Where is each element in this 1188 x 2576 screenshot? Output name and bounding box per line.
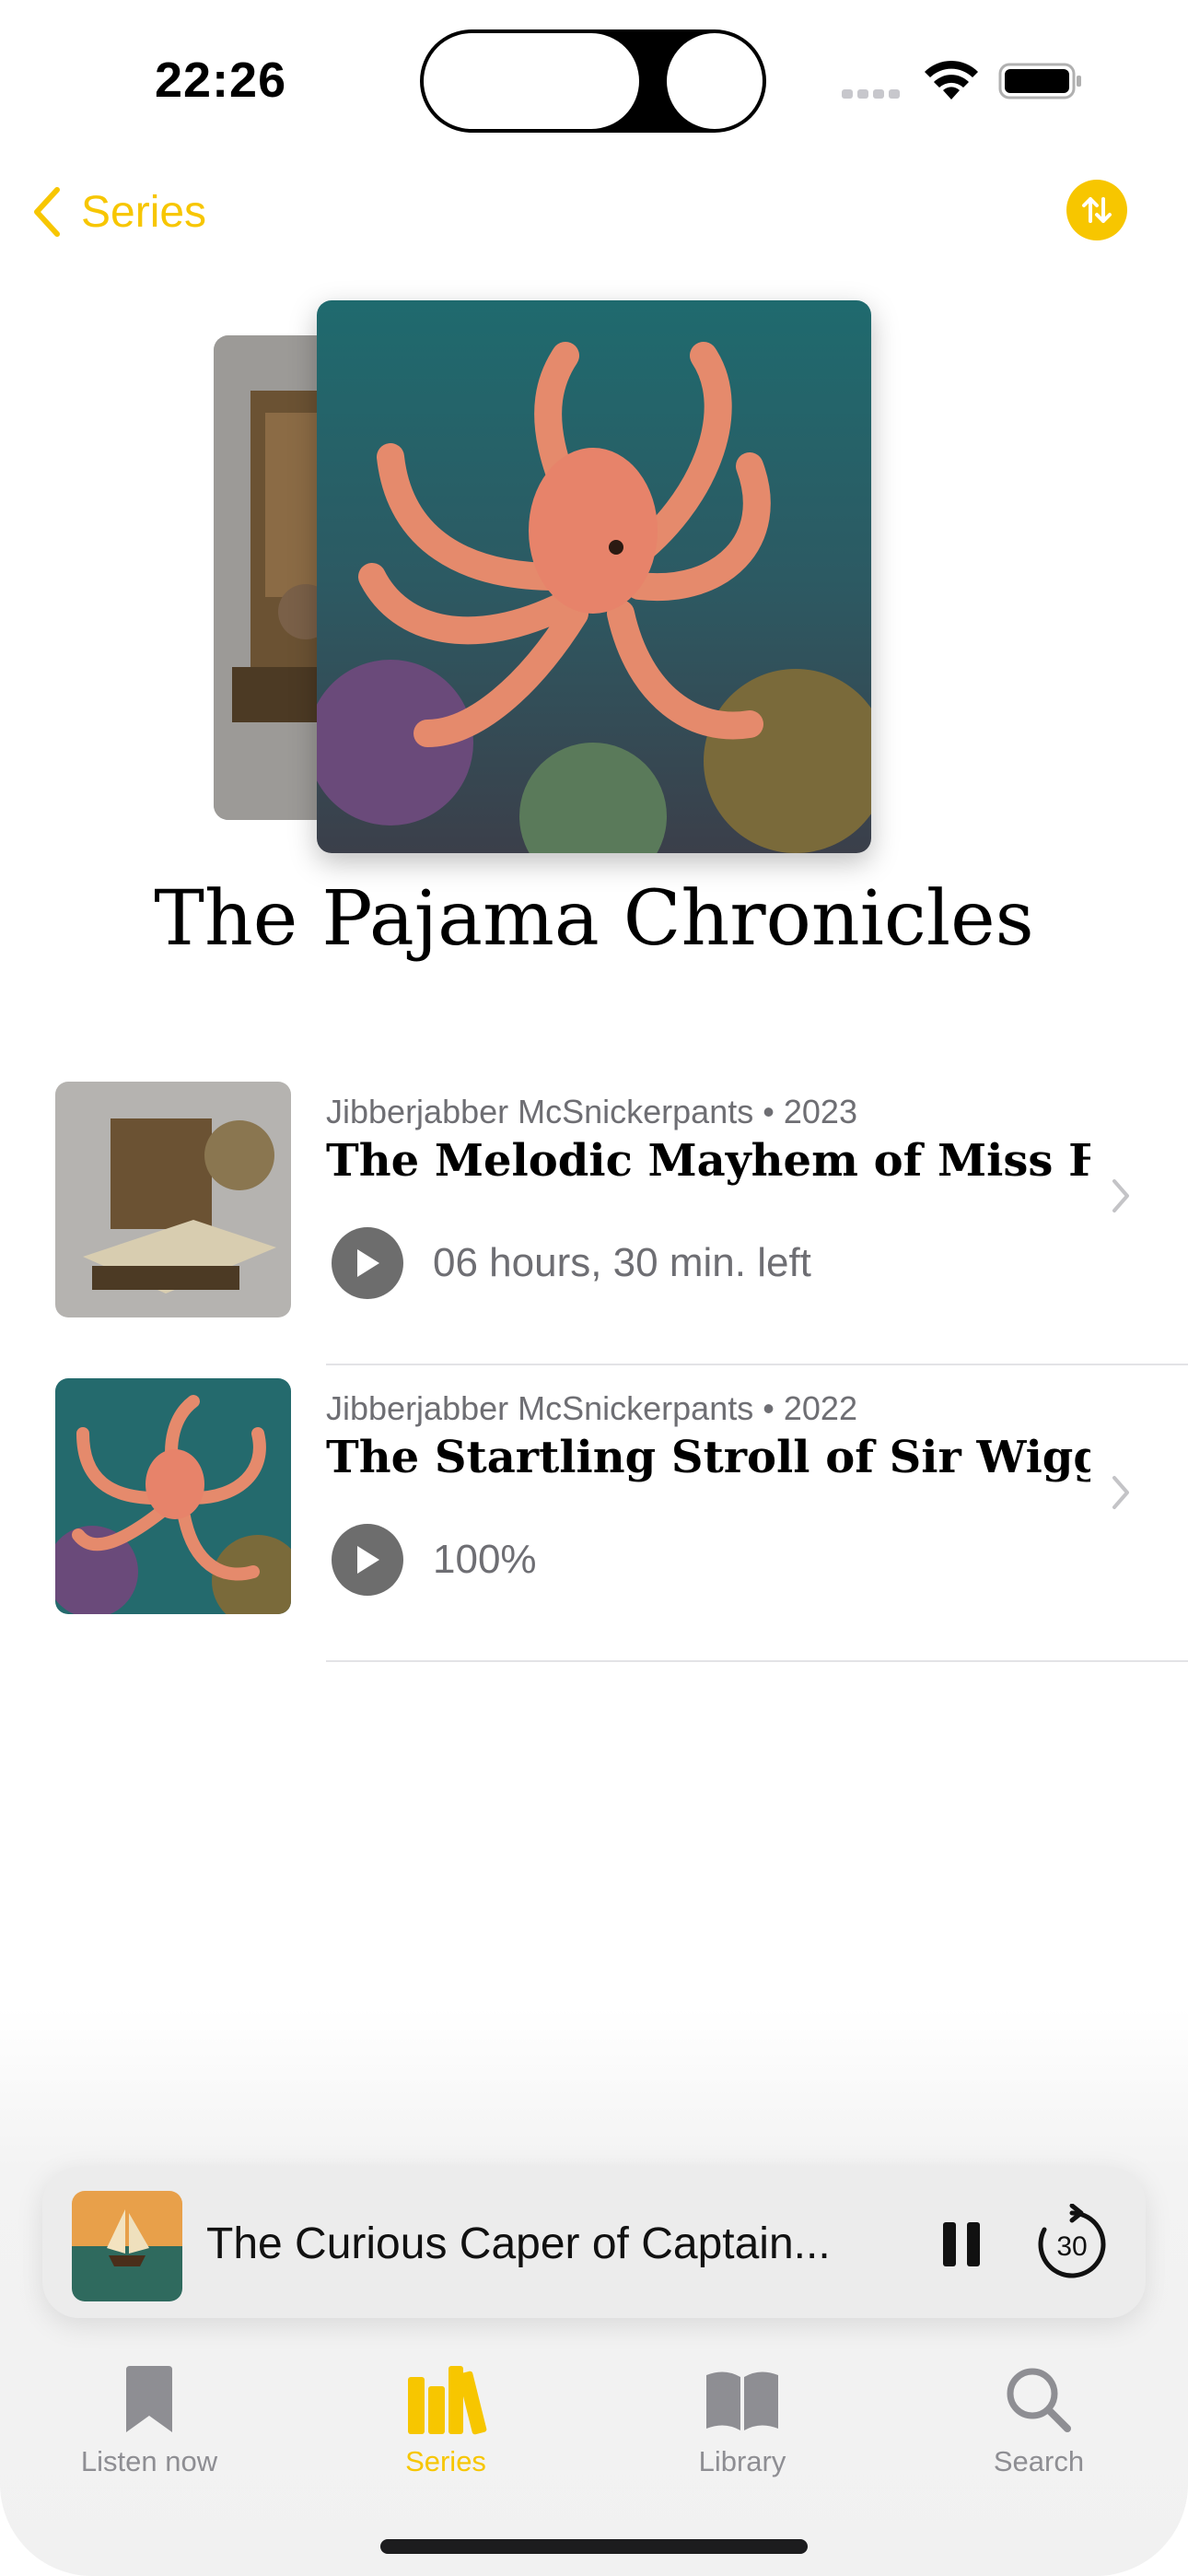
navigation-bar: Series [0,175,1188,249]
tab-listen-now[interactable]: Listen now [39,2349,260,2478]
now-playing-title: The Curious Caper of Captain... [206,2219,831,2268]
play-icon [357,1249,379,1277]
tab-label: Library [698,2445,786,2477]
back-button[interactable]: Series [31,175,206,249]
status-time: 22:26 [155,53,287,108]
book-progress: 100% [433,1537,537,1582]
mini-player[interactable]: The Curious Caper of Captain... 30 [42,2167,1146,2318]
book-year: 2023 [783,1093,857,1130]
skip-forward-button[interactable]: 30 [1031,2203,1112,2285]
sort-button[interactable] [1066,180,1127,240]
bookmark-icon [126,2366,172,2432]
play-button[interactable] [332,1524,403,1596]
now-playing-cover [72,2191,182,2301]
book-list: Jibberjabber McSnickerpants • 2023 The M… [0,1069,1188,1662]
book-meta: Jibberjabber McSnickerpants • 2022 [326,1389,857,1428]
book-icon [706,2371,778,2430]
status-bar: 22:26 [0,0,1188,157]
search-icon [1007,2368,1071,2432]
meta-separator: • [763,1093,775,1130]
tab-label: Series [405,2445,486,2477]
back-label: Series [81,187,207,237]
play-icon [357,1546,379,1574]
meta-separator: • [763,1389,775,1427]
book-year: 2022 [783,1389,857,1427]
wifi-icon [925,60,978,100]
book-meta: Jibberjabber McSnickerpants • 2023 [326,1093,857,1131]
books-icon [408,2366,487,2435]
tab-bar: Listen now Series Library Search [0,2349,1188,2478]
tab-label: Search [993,2445,1085,2477]
book-title: The Startling Stroll of Sir Wiggl... [326,1432,1090,1483]
skip-seconds: 30 [1056,2231,1087,2262]
pause-button[interactable] [932,2215,991,2274]
list-item[interactable]: Jibberjabber McSnickerpants • 2023 The M… [0,1069,1188,1365]
battery-icon [998,63,1081,100]
play-button[interactable] [332,1227,403,1299]
divider [326,1660,1188,1662]
dynamic-island [420,29,766,133]
skip-forward-icon: 30 [1038,2203,1106,2278]
book-cover [55,1082,291,1317]
book-cover [55,1378,291,1614]
book-progress: 06 hours, 30 min. left [433,1240,811,1285]
chevron-left-icon [34,187,60,237]
series-cover-main [317,300,871,853]
book-title: The Melodic Mayhem of Miss Fl... [326,1135,1090,1187]
list-item[interactable]: Jibberjabber McSnickerpants • 2022 The S… [0,1365,1188,1662]
tab-search[interactable]: Search [928,2349,1149,2478]
tab-series[interactable]: Series [335,2349,556,2478]
home-indicator [380,2539,808,2554]
tab-label: Listen now [80,2445,218,2477]
tab-library[interactable]: Library [632,2349,853,2478]
series-cover-stack [0,295,1188,866]
series-title: The Pajama Chronicles [154,875,1034,963]
book-author: Jibberjabber McSnickerpants [326,1389,754,1427]
book-author: Jibberjabber McSnickerpants [326,1093,754,1130]
cellular-signal-icon [842,87,904,103]
chevron-right-icon [1112,1179,1129,1212]
chevron-right-icon [1112,1476,1129,1509]
sort-arrows-icon [1082,197,1112,223]
